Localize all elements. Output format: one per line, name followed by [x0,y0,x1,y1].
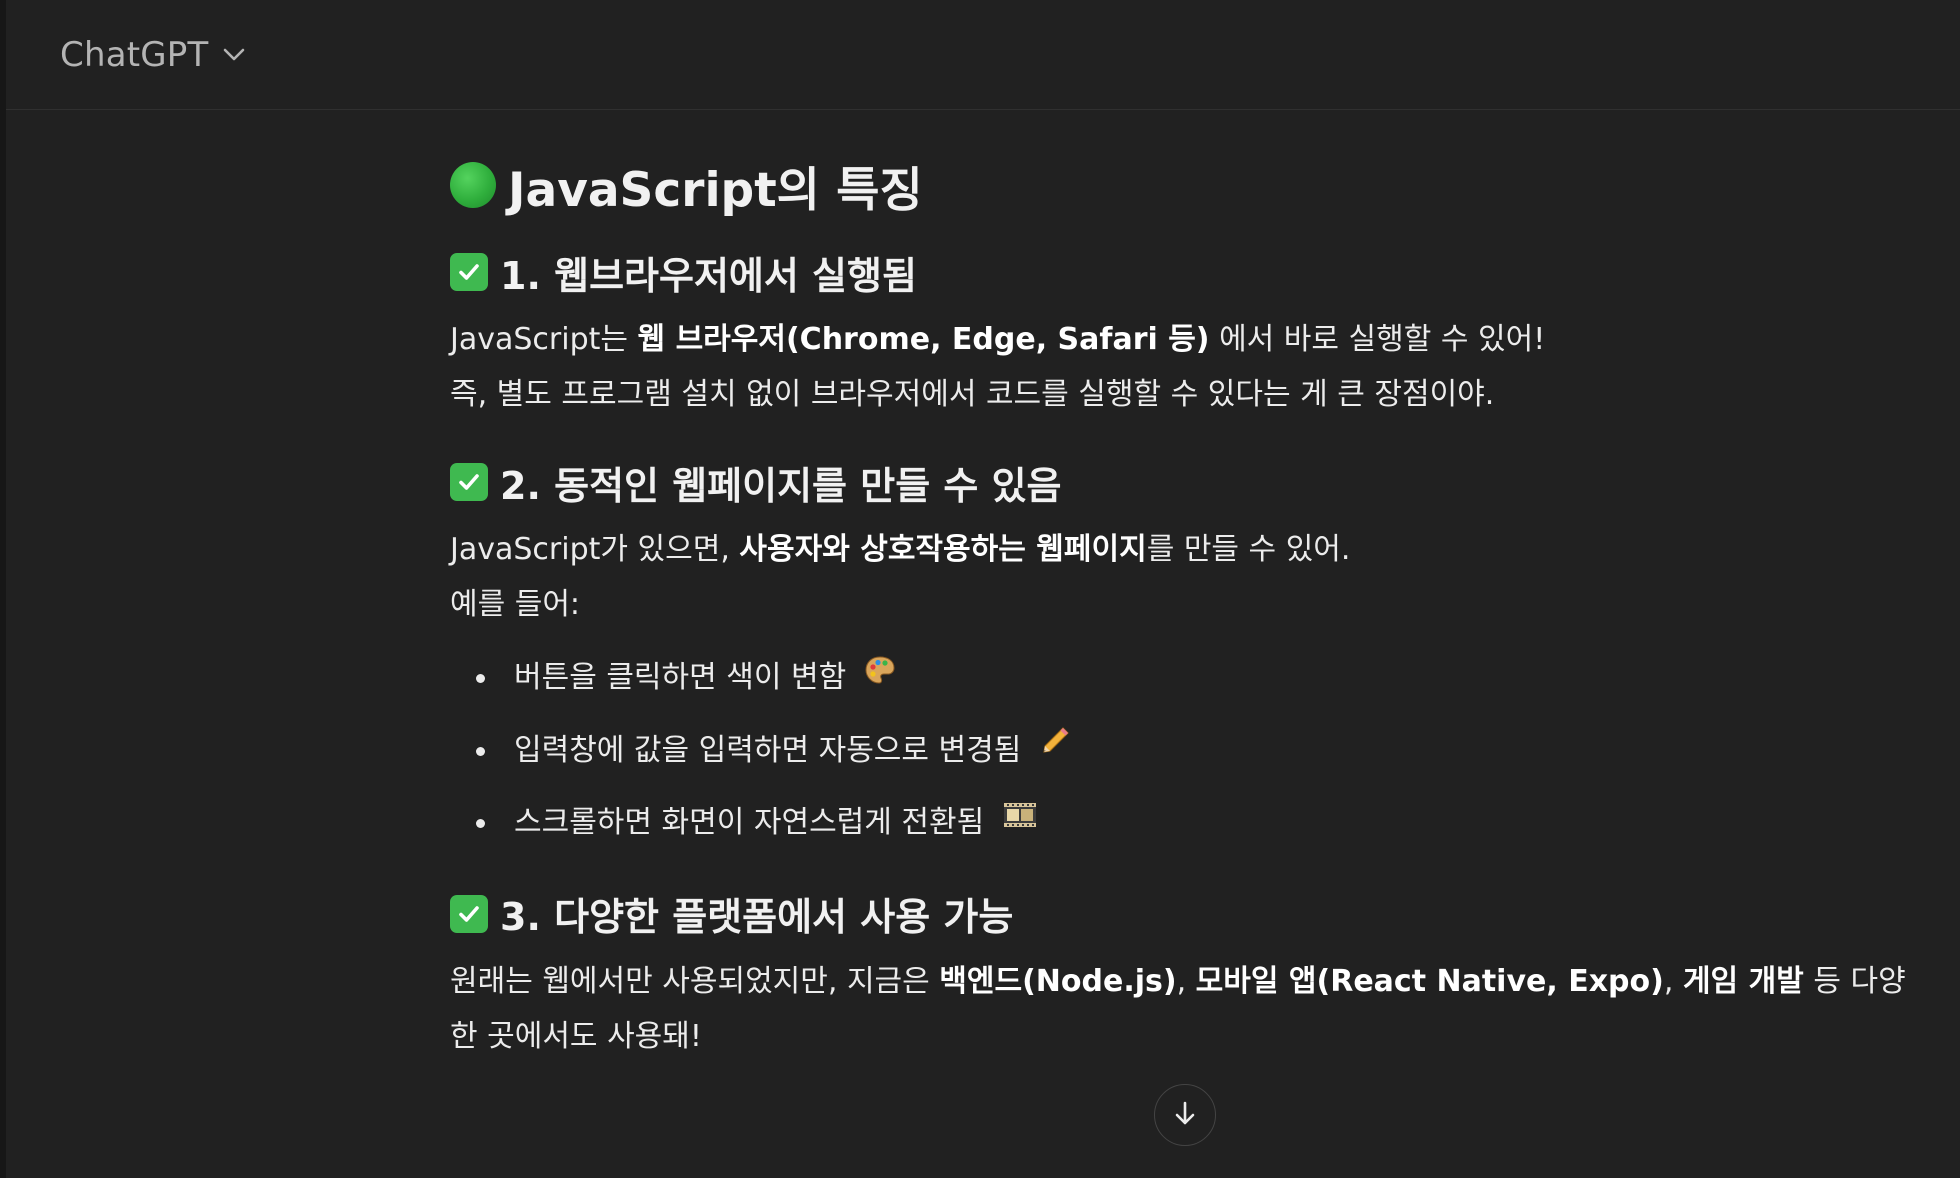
assistant-message: JavaScript의 특징 1. 웹브라우저에서 실행됨 JavaScript… [450,150,1910,1064]
section-heading-text: 1. 웹브라우저에서 실행됨 [500,253,917,298]
green-circle-icon [450,162,496,208]
section-heading: 3. 다양한 플랫폼에서 사용 가능 [450,884,1910,944]
section-heading: 1. 웹브라우저에서 실행됨 [450,242,1910,302]
check-mark-button-icon [450,253,488,291]
chevron-down-icon [222,43,246,67]
paragraph: 원래는 웹에서만 사용되었지만, 지금은 백엔드(Node.js), 모바일 앱… [450,954,1910,1064]
paragraph: 예를 들어: [450,587,581,622]
list-item: 입력창에 값을 입력하면 자동으로 변경됨 [450,715,1910,788]
section-heading: 2. 동적인 웹페이지를 만들 수 있음 [450,452,1910,512]
bold-text: 게임 개발 [1682,963,1804,999]
check-mark-button-icon [450,894,488,933]
bold-text: 백엔드(Node.js) [939,963,1177,999]
paragraph: 즉, 별도 프로그램 설치 없이 브라우저에서 코드를 실행할 수 있다는 게 … [450,377,1495,412]
bullet-dot [476,819,485,828]
artist-palette-icon [864,640,896,712]
arrow-down-icon [1170,1098,1200,1132]
text-run: JavaScript는 [450,322,638,357]
check-mark-button-icon [450,463,488,501]
bullet-dot [476,674,485,683]
paragraph: JavaScript가 있으면, 사용자와 상호작용하는 웹페이지를 만들 수 … [450,522,1910,577]
list-item: 스크롤하면 화면이 자연스럽게 전환됨 [450,787,1910,860]
text-run: JavaScript가 있으면, [450,532,740,567]
pencil-icon [1039,712,1071,784]
list-item-text: 입력창에 값을 입력하면 자동으로 변경됨 [514,732,1022,768]
bold-text: 사용자와 상호작용하는 웹페이지 [739,532,1147,567]
model-name: ChatGPT [60,35,209,75]
text-run: , [1663,963,1683,999]
list-item: 버튼을 클릭하면 색이 변함 [450,642,1910,715]
message-title: JavaScript의 특징 [450,150,1910,220]
scroll-to-bottom-button[interactable] [1154,1084,1216,1146]
section-heading-text: 2. 동적인 웹페이지를 만들 수 있음 [500,463,1062,508]
sidebar-edge [0,0,6,1178]
list-item-text: 버튼을 클릭하면 색이 변함 [514,660,847,695]
list-item-text: 스크롤하면 화면이 자연스럽게 전환됨 [514,805,985,840]
text-run: 를 만들 수 있어. [1146,532,1351,567]
bullet-dot [476,746,485,756]
bullet-list: 버튼을 클릭하면 색이 변함 입력창에 값을 입력하면 자동으로 변경됨 스크롤… [450,642,1910,860]
text-run: 에서 바로 실행할 수 있어! [1209,322,1546,357]
bold-text: 웹 브라우저(Chrome, Edge, Safari 등) [637,322,1210,357]
bold-text: 모바일 앱(React Native, Expo) [1195,963,1664,999]
message-title-text: JavaScript의 특징 [508,162,923,218]
text-run: , [1176,963,1196,999]
section-heading-text: 3. 다양한 플랫폼에서 사용 가능 [500,895,1014,939]
film-frames-icon [1002,785,1038,857]
model-switcher-button[interactable]: ChatGPT [54,28,252,82]
section-body: 원래는 웹에서만 사용되었지만, 지금은 백엔드(Node.js), 모바일 앱… [450,954,1910,1064]
section-body: JavaScript가 있으면, 사용자와 상호작용하는 웹페이지를 만들 수 … [450,522,1910,860]
paragraph: JavaScript는 웹 브라우저(Chrome, Edge, Safari … [450,312,1910,367]
text-run: 원래는 웹에서만 사용되었지만, 지금은 [450,963,940,999]
top-bar: ChatGPT [6,0,1960,110]
section-body: JavaScript는 웹 브라우저(Chrome, Edge, Safari … [450,312,1910,422]
